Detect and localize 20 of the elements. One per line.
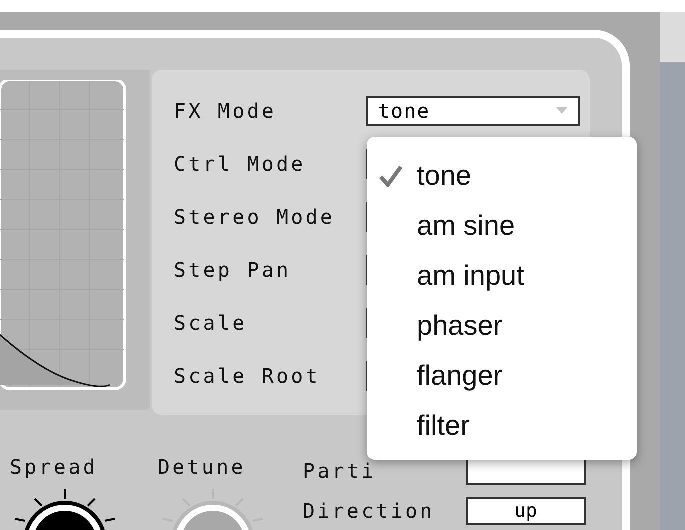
caret-icon [556, 107, 568, 114]
menu-item[interactable]: am input [367, 251, 637, 301]
setting-label: Stereo Mode [174, 204, 336, 228]
menu-item[interactable]: phaser [367, 301, 637, 351]
field-label: Direction [303, 499, 436, 523]
side-panel-header [660, 12, 685, 62]
knob-label: Detune [158, 455, 246, 479]
setting-label: Step Pan [174, 258, 292, 282]
setting-label: Scale Root [174, 364, 322, 388]
menu-item[interactable]: tone [367, 151, 637, 201]
field-label: Parti [303, 459, 378, 483]
menu-item[interactable]: flanger [367, 351, 637, 401]
menu-item[interactable]: filter [367, 401, 637, 451]
knob-label: Spread [10, 455, 98, 479]
setting-label: FX Mode [174, 98, 278, 122]
setting-label: Ctrl Mode [174, 152, 307, 176]
menu-item[interactable]: am sine [367, 201, 637, 251]
setting-label: Scale [174, 310, 248, 334]
mode-dropdown[interactable]: tone [366, 96, 580, 126]
value-field[interactable]: up [466, 497, 586, 525]
